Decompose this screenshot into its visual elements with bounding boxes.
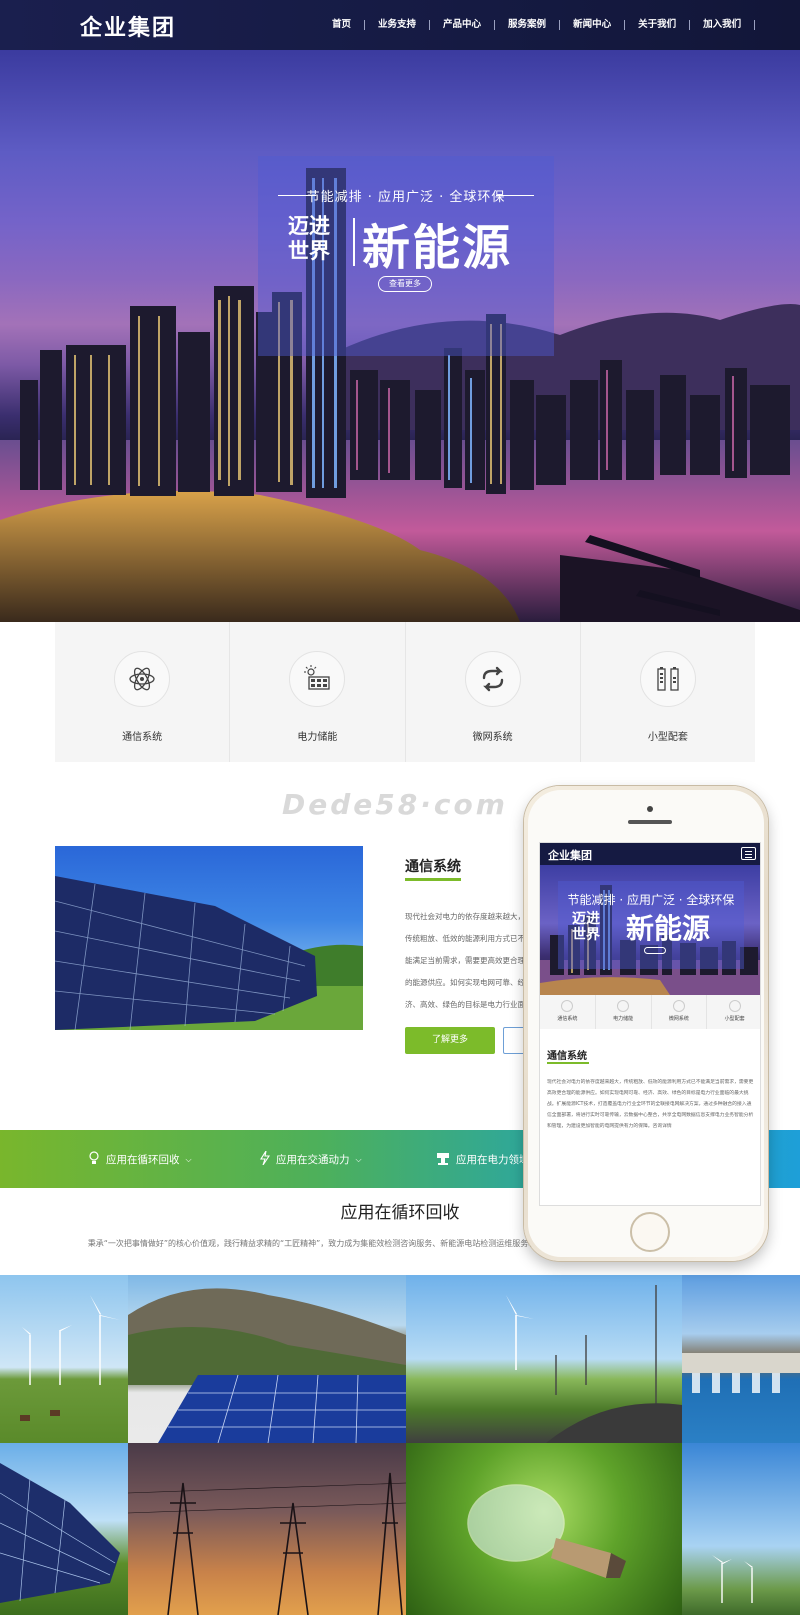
feature-label: 小型配套 <box>647 732 688 743</box>
feature-item-accessories[interactable]: 小型配套 <box>581 622 755 762</box>
about-title: 通信系统 <box>405 859 461 875</box>
cycle-icon <box>464 651 521 707</box>
nav-item-home[interactable]: 首页 <box>320 20 366 30</box>
hero-banner: 节能减排 · 应用广泛 · 全球环保 迈进世界 新能源 查看更多 <box>0 50 800 622</box>
gallery-photo-solar-array[interactable] <box>0 1443 128 1615</box>
mobile-feature-item[interactable]: 电力储能 <box>596 995 652 1029</box>
mobile-logo[interactable]: 企业集团 <box>548 847 592 863</box>
mobile-section-title: 通信系统 <box>547 1051 587 1062</box>
main-nav: 首页 业务支持 产品中心 服务案例 新闻中心 关于我们 加入我们 <box>320 0 756 50</box>
feature-item-telecom[interactable]: 通信系统 <box>55 622 231 762</box>
nav-item-news[interactable]: 新闻中心 <box>560 20 626 30</box>
mobile-title-underline <box>547 1062 589 1064</box>
battery-icon <box>728 1000 741 1012</box>
mobile-feature-label: 微网系统 <box>668 1016 689 1022</box>
atom-icon <box>114 651 171 707</box>
solar-panel-photo <box>55 846 363 1030</box>
nav-item-about[interactable]: 关于我们 <box>625 20 691 30</box>
mobile-feature-item[interactable]: 微网系统 <box>652 995 708 1029</box>
mobile-feature-label: 通信系统 <box>557 1016 578 1022</box>
hamburger-menu-icon[interactable] <box>741 847 756 860</box>
nav-item-products[interactable]: 产品中心 <box>430 20 496 30</box>
mobile-hero-button[interactable] <box>644 947 666 954</box>
tab-power[interactable]: 应用在电力领域 <box>436 1151 530 1168</box>
mobile-feature-item[interactable]: 通信系统 <box>540 995 596 1029</box>
feature-label: 通信系统 <box>122 732 163 743</box>
phone-bezel: 企业集团 节能减排 · 应用广泛 · 全球环保 迈进世界 新能源 通信系统 电力… <box>528 790 764 1257</box>
hero-small-title: 迈进世界 <box>288 214 330 263</box>
gallery-photo-wind-farm[interactable] <box>0 1275 128 1443</box>
mobile-hero-small-title: 迈进世界 <box>572 911 600 943</box>
mobile-hero-big-title: 新能源 <box>626 912 711 945</box>
lightning-icon <box>260 1150 271 1168</box>
phone-speaker <box>628 820 672 824</box>
tab-label: 应用在电力领域 <box>456 1154 530 1166</box>
chevron-down-icon: ⌵ <box>185 1154 192 1164</box>
gallery-photo-wind-turbines[interactable] <box>682 1443 800 1615</box>
feature-label: 电力储能 <box>297 732 338 743</box>
nav-item-business[interactable]: 业务支持 <box>365 20 431 30</box>
gallery-photo-light-bulb[interactable] <box>406 1443 682 1615</box>
phone-screen: 企业集团 节能减排 · 应用广泛 · 全球环保 迈进世界 新能源 通信系统 电力… <box>539 842 761 1206</box>
tab-label: 应用在交通动力 <box>276 1154 350 1166</box>
nav-item-join[interactable]: 加入我们 <box>690 20 756 30</box>
mobile-hero-caption: 节能减排 · 应用广泛 · 全球环保 迈进世界 新能源 <box>558 881 744 969</box>
tab-recycling[interactable]: 应用在循环回收 ⌵ <box>88 1151 192 1168</box>
learn-more-button[interactable]: 了解更多 <box>405 1027 495 1054</box>
about-text: 现代社会对电力的依存度越来越大，传统粗放、低效的能源利用方式已不能满足当前需求，… <box>405 912 525 1009</box>
gallery-photo-countryside-road[interactable] <box>406 1275 682 1443</box>
page: 企业集团 首页 业务支持 产品中心 服务案例 新闻中心 关于我们 加入我们 节能… <box>0 0 800 1615</box>
about-title-underline <box>405 878 461 881</box>
hero-vertical-divider <box>353 218 355 266</box>
hero-subtitle: 节能减排 · 应用广泛 · 全球环保 <box>306 190 506 205</box>
solar-panel-icon <box>289 651 346 707</box>
bulb-icon <box>88 1151 100 1168</box>
cycle-icon <box>672 1000 685 1012</box>
site-logo[interactable]: 企业集团 <box>80 10 176 42</box>
feature-strip: 通信系统 电力储能 微网系统 小型配套 <box>55 622 755 762</box>
mobile-feature-label: 小型配套 <box>724 1016 745 1022</box>
section-description: 秉承“一次把事情做好”的核心价值观，践行精益求精的“工匠精神”，致力成为集能效检… <box>87 1239 553 1248</box>
watermark-text: Dede58·com <box>282 788 508 821</box>
battery-icon <box>639 651 696 707</box>
hero-big-title: 新能源 <box>362 220 513 276</box>
phone-mockup: 企业集团 节能减排 · 应用广泛 · 全球环保 迈进世界 新能源 通信系统 电力… <box>524 786 768 1261</box>
feature-item-storage[interactable]: 电力储能 <box>230 622 406 762</box>
mobile-feature-strip: 通信系统 电力储能 微网系统 小型配套 <box>540 995 760 1029</box>
gallery-photo-power-towers[interactable] <box>128 1443 406 1615</box>
hero-caption-box: 节能减排 · 应用广泛 · 全球环保 迈进世界 新能源 查看更多 <box>258 156 554 356</box>
mobile-feature-item[interactable]: 小型配套 <box>707 995 760 1029</box>
gallery-photo-mountain-solar[interactable] <box>128 1275 406 1443</box>
top-header: 企业集团 首页 业务支持 产品中心 服务案例 新闻中心 关于我们 加入我们 <box>0 0 800 50</box>
mobile-section-text: 现代社会对电力的依存度越来越大，传统粗放、低效的能源利用方式已不能满足当前需求，… <box>547 1080 754 1129</box>
mobile-feature-label: 电力储能 <box>613 1016 634 1022</box>
mobile-hero: 节能减排 · 应用广泛 · 全球环保 迈进世界 新能源 <box>540 865 760 995</box>
mobile-hero-subtitle: 节能减排 · 应用广泛 · 全球环保 <box>567 893 735 907</box>
photo-gallery <box>0 1275 800 1615</box>
tab-transport[interactable]: 应用在交通动力 ⌵ <box>260 1150 362 1168</box>
solar-panel-icon <box>617 1000 630 1012</box>
tab-label: 应用在循环回收 <box>106 1154 180 1166</box>
phone-camera-icon <box>647 806 653 812</box>
mobile-header: 企业集团 <box>540 843 760 865</box>
nav-item-cases[interactable]: 服务案例 <box>495 20 561 30</box>
hero-more-button[interactable]: 查看更多 <box>378 276 432 292</box>
phone-home-button <box>630 1212 670 1252</box>
chevron-down-icon: ⌵ <box>355 1154 362 1164</box>
gallery-photo-dam[interactable] <box>682 1275 800 1443</box>
feature-item-microgrid[interactable]: 微网系统 <box>406 622 581 762</box>
atom-icon <box>561 1000 574 1012</box>
feature-label: 微网系统 <box>472 732 513 743</box>
tower-icon <box>436 1151 450 1168</box>
